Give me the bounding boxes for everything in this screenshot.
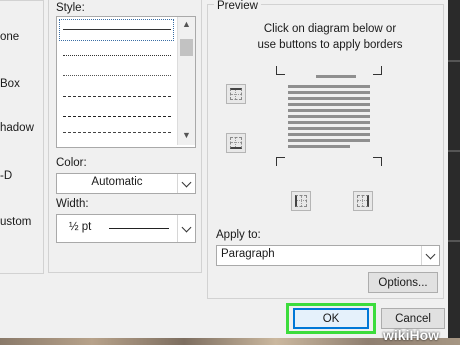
preview-line xyxy=(288,133,370,136)
scroll-up-arrow-icon[interactable]: ▲ xyxy=(178,19,195,29)
ok-button[interactable]: OK xyxy=(293,308,369,329)
color-value: Automatic xyxy=(91,176,143,188)
setting-none-label[interactable]: one xyxy=(0,31,19,43)
style-label: Style: xyxy=(56,2,85,14)
bottom-border-icon xyxy=(230,137,242,149)
width-line-sample xyxy=(109,228,169,229)
preview-line xyxy=(288,139,370,142)
options-button[interactable]: Options... xyxy=(368,272,438,293)
top-border-button[interactable] xyxy=(226,84,246,104)
preview-instructions: Click on diagram below or use buttons to… xyxy=(230,21,430,53)
chevron-down-icon xyxy=(181,177,192,187)
wikihow-watermark: wikiHow xyxy=(383,327,439,343)
style-listbox[interactable]: ▲ ▼ xyxy=(56,16,196,148)
bottom-border-button[interactable] xyxy=(226,133,246,153)
style-option-dash-dot[interactable] xyxy=(63,132,171,133)
preview-line xyxy=(288,109,370,112)
style-option-dashed-medium[interactable] xyxy=(63,116,171,117)
watermark-how: How xyxy=(409,327,440,343)
preview-corner-tl xyxy=(276,66,285,75)
background-right-edge xyxy=(448,0,460,345)
setting-3d-label[interactable]: -D xyxy=(0,170,12,182)
top-border-icon xyxy=(230,88,242,100)
cancel-button[interactable]: Cancel xyxy=(381,308,445,329)
apply-to-value: Paragraph xyxy=(221,248,275,260)
color-label: Color: xyxy=(56,157,87,169)
preview-line xyxy=(288,127,370,130)
setting-custom-label[interactable]: ustom xyxy=(0,216,31,228)
width-dropdown[interactable]: ½ pt xyxy=(56,214,196,243)
right-border-icon xyxy=(357,195,369,207)
preview-corner-bl xyxy=(276,157,285,166)
style-option-dotted[interactable] xyxy=(63,55,171,56)
preview-line xyxy=(288,115,370,118)
preview-line xyxy=(288,121,370,124)
preview-line xyxy=(288,103,370,106)
cancel-button-label: Cancel xyxy=(395,312,431,325)
color-dropdown-button[interactable] xyxy=(177,174,195,193)
options-button-label: Options... xyxy=(378,276,428,289)
preview-line xyxy=(288,97,370,100)
preview-line xyxy=(288,85,370,88)
style-option-dashed-fine[interactable] xyxy=(63,75,171,76)
preview-diagram[interactable] xyxy=(276,66,382,166)
setting-box-label[interactable]: Box xyxy=(0,78,20,90)
ok-button-label: OK xyxy=(322,312,340,325)
preview-corner-tr xyxy=(373,66,382,75)
apply-to-dropdown-button[interactable] xyxy=(421,246,439,265)
preview-legend: Preview xyxy=(214,0,261,12)
right-border-button[interactable] xyxy=(353,191,373,211)
preview-corner-br xyxy=(373,157,382,166)
apply-to-label: Apply to: xyxy=(216,229,261,241)
width-value: ½ pt xyxy=(69,221,92,233)
preview-line xyxy=(316,75,356,78)
style-option-solid[interactable] xyxy=(63,29,171,30)
watermark-wiki: wiki xyxy=(383,327,410,343)
scroll-thumb[interactable] xyxy=(180,39,193,56)
left-border-button[interactable] xyxy=(291,191,311,211)
color-dropdown[interactable]: Automatic xyxy=(56,173,196,194)
width-dropdown-button[interactable] xyxy=(177,215,195,242)
chevron-down-icon xyxy=(181,222,192,232)
preview-instructions-line-2: use buttons to apply borders xyxy=(257,39,403,51)
preview-line xyxy=(288,145,350,148)
setting-shadow-label[interactable]: hadow xyxy=(0,122,34,134)
width-label: Width: xyxy=(56,198,89,210)
left-border-icon xyxy=(295,195,307,207)
chevron-down-icon xyxy=(425,249,436,259)
style-scrollbar[interactable]: ▲ ▼ xyxy=(177,17,195,145)
scroll-down-arrow-icon[interactable]: ▼ xyxy=(178,130,195,140)
style-option-dashed-small[interactable] xyxy=(63,96,171,97)
apply-to-dropdown[interactable]: Paragraph xyxy=(216,245,440,266)
borders-and-shading-dialog: one Box hadow -D ustom Style: ▲ ▼ Color:… xyxy=(0,0,448,338)
preview-line xyxy=(288,91,370,94)
preview-instructions-line-1: Click on diagram below or xyxy=(263,23,397,35)
style-selection-highlight xyxy=(59,19,174,41)
